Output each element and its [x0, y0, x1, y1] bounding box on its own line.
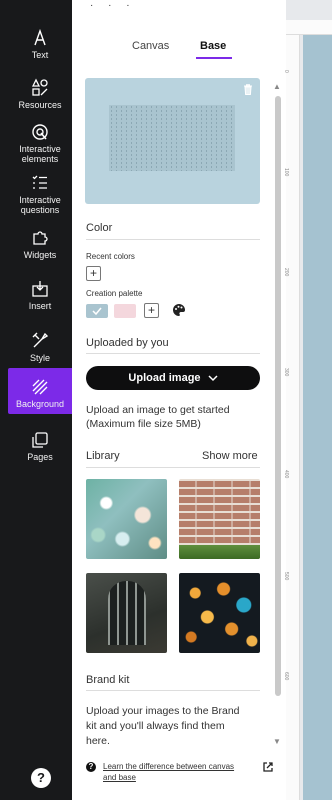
library-section-title: Library — [86, 450, 120, 462]
upload-image-label: Upload image — [128, 372, 201, 384]
show-more-link[interactable]: Show more — [202, 450, 258, 462]
chevron-down-icon — [208, 375, 218, 382]
rail-item-widgets[interactable]: Widgets — [8, 228, 72, 260]
color-section-title: Color — [86, 222, 113, 234]
divider — [86, 690, 260, 691]
tab-canvas[interactable]: Canvas — [132, 40, 169, 52]
library-image-old-window[interactable] — [86, 573, 167, 653]
drag-handle[interactable]: · · · — [90, 0, 136, 11]
window-bars — [108, 581, 146, 645]
library-image-bokeh-teal[interactable] — [86, 479, 167, 559]
upload-hint-line2: (Maximum file size 5MB) — [86, 418, 201, 430]
upload-hint-line1: Upload an image to get started — [86, 404, 230, 416]
scroll-thumb[interactable] — [275, 96, 281, 696]
ruler-tick: 400 — [283, 470, 289, 479]
pages-icon — [32, 432, 48, 448]
ruler-tick: 100 — [283, 168, 289, 177]
text-icon — [34, 28, 46, 46]
check-icon — [92, 307, 102, 316]
rail-item-pages[interactable]: Pages — [8, 430, 72, 462]
rail-item-style[interactable]: Style — [8, 331, 72, 363]
interactive-icon — [32, 124, 48, 140]
rail-item-insert[interactable]: Insert — [8, 279, 72, 311]
help-button[interactable]: ? — [31, 768, 51, 788]
brand-kit-text: Upload your images to the Brand kit and … — [86, 704, 260, 749]
brand-kit-section-title: Brand kit — [86, 674, 130, 686]
divider — [86, 467, 260, 468]
puzzle-icon — [33, 231, 48, 245]
rail-item-text[interactable]: Text — [8, 28, 72, 60]
tab-base[interactable]: Base — [200, 40, 226, 52]
rail-item-label: Pages — [27, 452, 53, 462]
ruler-tick: 0 — [283, 70, 289, 73]
scroll-down-arrow-icon[interactable]: ▼ — [273, 737, 281, 746]
creation-palette-label: Creation palette — [86, 289, 143, 298]
rail-item-interactive-questions[interactable]: Interactive questions — [8, 173, 72, 215]
ruler-tick: 500 — [283, 572, 289, 581]
rail-item-interactive-elements[interactable]: Interactive elements — [8, 122, 72, 164]
rail-item-label: Style — [29, 353, 50, 363]
library-image-bokeh-orange[interactable] — [179, 573, 260, 653]
rail-item-label: Background — [15, 399, 65, 409]
divider — [86, 239, 260, 240]
rail-item-label: Resources — [18, 100, 62, 110]
rail-item-resources[interactable]: Resources — [8, 78, 72, 110]
ruler-tick: 600 — [283, 672, 289, 681]
vertical-ruler — [286, 35, 300, 800]
recent-colors-label: Recent colors — [86, 252, 135, 261]
questions-icon — [32, 175, 47, 189]
upload-hint: Upload an image to get started (Maximum … — [86, 403, 260, 431]
top-ruler — [286, 20, 332, 35]
ruler-tick: 200 — [283, 268, 289, 277]
palette-swatch-selected[interactable] — [86, 304, 108, 318]
preview-texture — [109, 105, 235, 171]
rail-item-background[interactable]: Background — [8, 368, 72, 414]
trash-icon[interactable] — [243, 84, 253, 95]
link-line2: and base — [103, 773, 136, 782]
brand-kit-line1: Upload your images to the Brand — [86, 705, 240, 717]
panel-tabs: Canvas Base — [72, 40, 286, 62]
shapes-icon — [31, 78, 48, 96]
link-line1: Learn the difference between canvas — [103, 762, 235, 771]
background-icon — [32, 379, 48, 395]
external-link-icon[interactable] — [262, 761, 274, 773]
base-preview[interactable] — [85, 78, 260, 204]
brand-kit-line2: kit and you'll always find them — [86, 720, 225, 732]
scroll-up-arrow-icon[interactable]: ▲ — [273, 82, 281, 91]
active-tab-indicator — [196, 57, 232, 59]
palette-swatch-pink[interactable] — [114, 304, 136, 318]
style-icon — [32, 332, 49, 348]
rail-item-label: Widgets — [23, 250, 57, 260]
add-palette-color-button[interactable]: + — [144, 303, 159, 318]
palette-icon[interactable] — [172, 303, 186, 317]
library-image-brick-wall[interactable] — [179, 479, 260, 559]
left-rail: Text Resources Interactive elements Inte… — [0, 0, 72, 800]
rail-item-label: Insert — [28, 301, 52, 311]
brand-kit-line3: here. — [86, 735, 110, 747]
uploaded-section-title: Uploaded by you — [86, 337, 169, 349]
background-panel: · · · Canvas Base ▲ ▼ Color Recent color… — [72, 0, 286, 800]
rail-item-label: Text — [31, 50, 49, 60]
rail-item-label: Interactive questions — [19, 195, 61, 215]
canvas-page[interactable] — [303, 35, 332, 800]
divider — [86, 353, 260, 354]
rail-item-label: Interactive elements — [19, 144, 61, 164]
info-icon: ? — [86, 762, 96, 772]
upload-image-button[interactable]: Upload image — [86, 366, 260, 390]
add-recent-color-button[interactable]: + — [86, 266, 101, 281]
insert-icon — [32, 281, 48, 297]
learn-difference-link[interactable]: Learn the difference between canvas and … — [103, 761, 263, 783]
ruler-tick: 300 — [283, 368, 289, 377]
grass-strip — [179, 545, 260, 559]
